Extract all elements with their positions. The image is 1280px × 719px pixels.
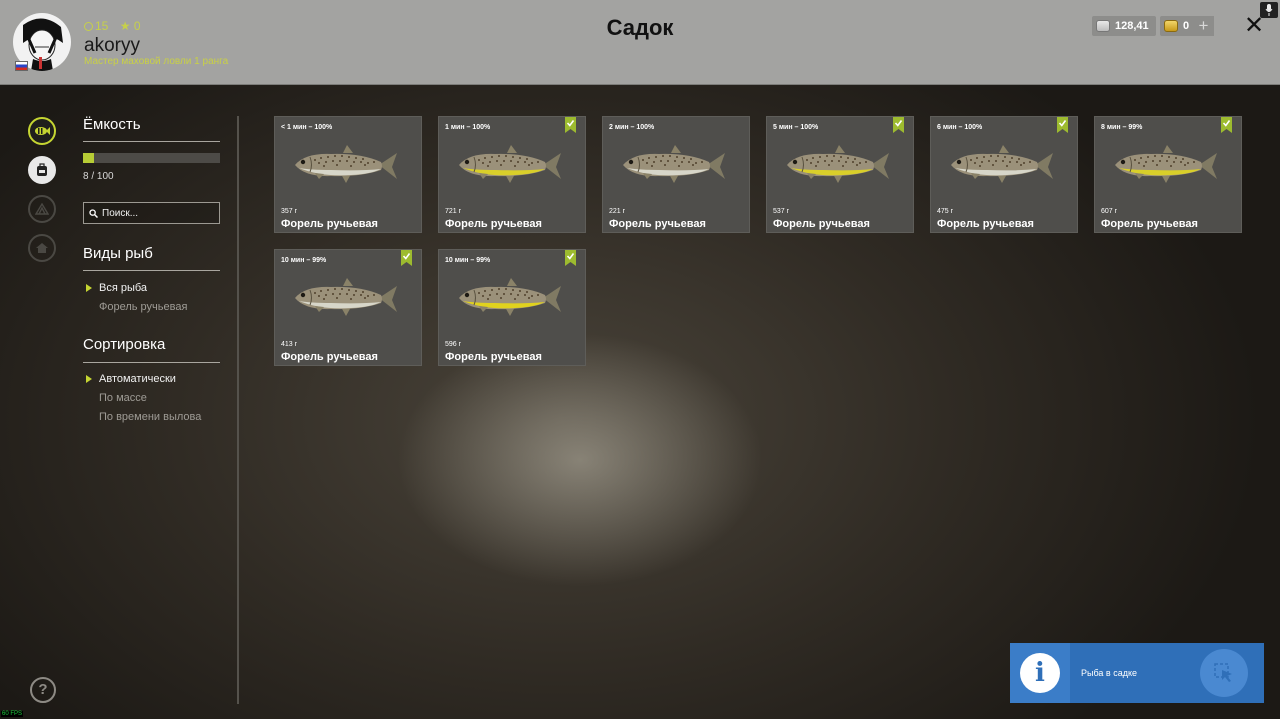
camp-tent-icon[interactable]: [28, 195, 56, 223]
gold-balance: 0: [1160, 16, 1197, 36]
sort-option-weight[interactable]: По массе: [99, 392, 147, 404]
notification-toast[interactable]: i Рыба в садке: [1010, 643, 1264, 703]
bookmark-check-icon: [893, 117, 904, 133]
sort-option-auto[interactable]: Автоматически: [99, 373, 176, 385]
capacity-bar-fill: [83, 153, 94, 163]
backpack-icon[interactable]: [28, 156, 56, 184]
selected-marker-icon: [86, 284, 92, 292]
species-option-brook-trout[interactable]: Форель ручьевая: [99, 301, 187, 313]
trout-fish-icon: [459, 145, 561, 183]
fish-name: Форель ручьевая: [281, 218, 378, 230]
fish-card[interactable]: < 1 мин – 100% 357 г Форель ручьевая: [274, 116, 422, 233]
fish-card[interactable]: 1 мин – 100% 721 г Форель ручьевая: [438, 116, 586, 233]
trout-fish-icon: [623, 145, 725, 183]
notification-text: Рыба в садке: [1081, 668, 1138, 678]
fish-name: Форель ручьевая: [1101, 218, 1198, 230]
fish-name: Форель ручьевая: [609, 218, 706, 230]
keepnet-fish-icon[interactable]: [28, 117, 56, 145]
fish-weight: 596 г: [445, 341, 462, 348]
divider: [83, 141, 220, 142]
fish-name: Форель ручьевая: [281, 351, 378, 363]
catch-time: < 1 мин – 100%: [281, 124, 333, 131]
microphone-icon[interactable]: [1260, 2, 1278, 18]
fish-weight: 413 г: [281, 341, 298, 348]
capacity-title: Ёмкость: [83, 116, 141, 133]
catch-time: 8 мин – 99%: [1101, 124, 1143, 131]
info-icon: i: [1010, 643, 1070, 703]
buy-currency-button[interactable]: +: [1193, 16, 1214, 36]
bookmark-check-icon: [565, 117, 576, 133]
trout-fish-icon: [1115, 145, 1217, 183]
fish-weight: 721 г: [445, 208, 462, 215]
fish-grid: < 1 мин – 100% 357 г Форель ручьевая 1 мин …: [274, 116, 1254, 376]
catch-time: 10 мин – 99%: [445, 257, 491, 264]
bookmark-check-icon: [401, 250, 412, 266]
fps-counter: 60 FPS: [1, 711, 24, 717]
fish-weight: 607 г: [1101, 208, 1118, 215]
divider: [83, 362, 220, 363]
trout-fish-icon: [787, 145, 889, 183]
cursor-click-icon[interactable]: [1200, 649, 1248, 697]
home-icon[interactable]: [28, 234, 56, 262]
trout-fish-icon: [459, 278, 561, 316]
fish-weight: 357 г: [281, 208, 298, 215]
species-title: Виды рыб: [83, 245, 153, 262]
player-rank: Мастер маховой ловли 1 ранга: [84, 56, 229, 67]
fish-weight: 475 г: [937, 208, 954, 215]
silver-amount: 128,41: [1115, 20, 1149, 32]
fish-card[interactable]: 6 мин – 100% 475 г Форель ручьевая: [930, 116, 1078, 233]
fish-name: Форель ручьевая: [773, 218, 870, 230]
help-icon[interactable]: ?: [30, 677, 56, 703]
fish-card[interactable]: 5 мин – 100% 537 г Форель ручьевая: [766, 116, 914, 233]
sort-title: Сортировка: [83, 336, 166, 353]
search-input[interactable]: [102, 207, 212, 219]
bookmark-check-icon: [1221, 117, 1232, 133]
trout-fish-icon: [295, 278, 397, 316]
fish-card[interactable]: 8 мин – 99% 607 г Форель ручьевая: [1094, 116, 1242, 233]
capacity-bar: [83, 153, 220, 163]
fish-card[interactable]: 10 мин – 99% 413 г Форель ручьевая: [274, 249, 422, 366]
trout-fish-icon: [295, 145, 397, 183]
catch-time: 5 мин – 100%: [773, 124, 819, 131]
silver-coin-icon: [1096, 20, 1110, 32]
search-field[interactable]: [83, 202, 220, 224]
bookmark-check-icon: [565, 250, 576, 266]
gold-amount: 0: [1183, 20, 1190, 32]
fish-card[interactable]: 10 мин – 99% 596 г Форель ручьевая: [438, 249, 586, 366]
selected-marker-icon: [86, 375, 92, 383]
top-bar: 15 ★ 0 akoryy Мастер маховой ловли 1 ран…: [0, 0, 1280, 85]
fish-card[interactable]: 2 мин – 100% 221 г Форель ручьевая: [602, 116, 750, 233]
bookmark-check-icon: [1057, 117, 1068, 133]
fish-weight: 537 г: [773, 208, 790, 215]
trout-fish-icon: [951, 145, 1053, 183]
search-icon: [89, 208, 98, 218]
silver-balance: 128,41: [1092, 16, 1156, 36]
fish-weight: 221 г: [609, 208, 626, 215]
capacity-text: 8 / 100: [83, 171, 114, 182]
species-option-all[interactable]: Вся рыба: [99, 282, 147, 294]
page-title: Садок: [606, 15, 674, 40]
fish-name: Форель ручьевая: [445, 351, 542, 363]
fish-name: Форель ручьевая: [445, 218, 542, 230]
country-flag-icon: [15, 61, 28, 71]
divider: [83, 270, 220, 271]
fish-name: Форель ручьевая: [937, 218, 1034, 230]
column-divider: [237, 116, 239, 704]
catch-time: 1 мин – 100%: [445, 124, 491, 131]
catch-time: 6 мин – 100%: [937, 124, 983, 131]
sort-option-time[interactable]: По времени вылова: [99, 411, 201, 423]
catch-time: 10 мин – 99%: [281, 257, 327, 264]
catch-time: 2 мин – 100%: [609, 124, 655, 131]
gold-coin-icon: [1164, 20, 1178, 32]
